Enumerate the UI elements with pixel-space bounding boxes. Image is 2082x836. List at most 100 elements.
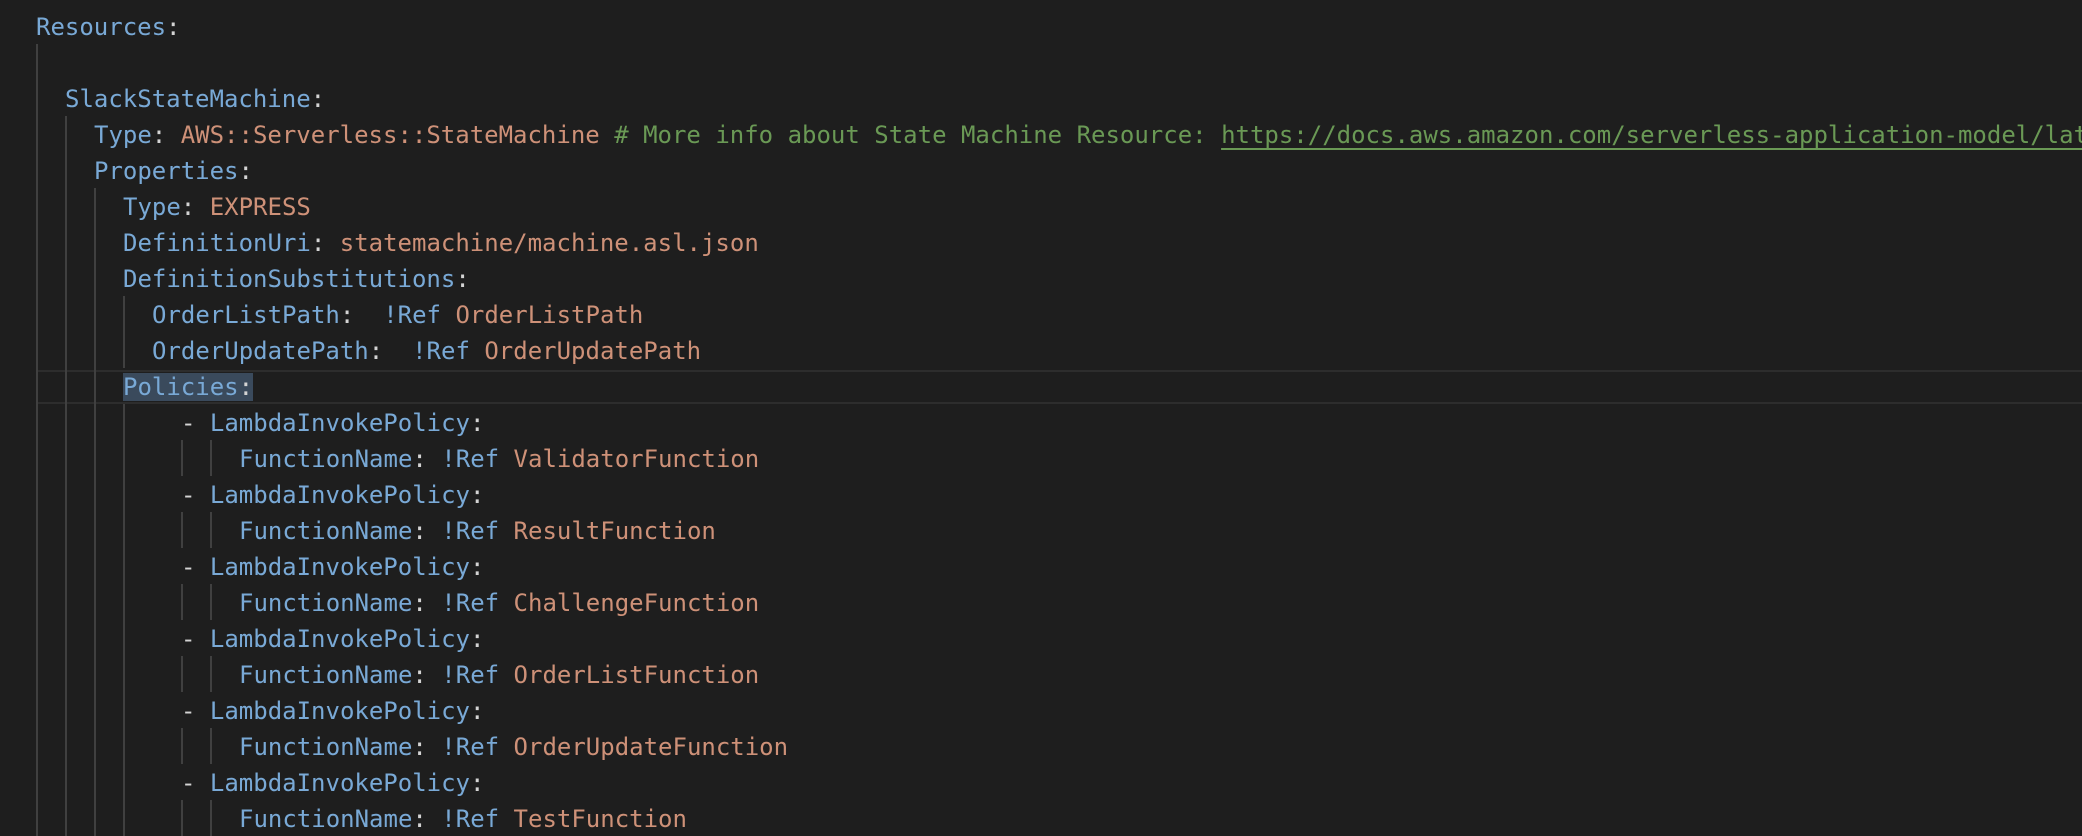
code-line[interactable]: Type: AWS::Serverless::StateMachine # Mo…	[94, 117, 2082, 153]
indent-guide	[181, 512, 183, 548]
yaml-value: statemachine/machine.asl.json	[339, 229, 759, 257]
code-line[interactable]: - LambdaInvokePolicy:	[181, 693, 484, 729]
indent-guide	[210, 512, 212, 548]
yaml-key: FunctionName	[239, 805, 413, 833]
code-line[interactable]: OrderListPath: !Ref OrderListPath	[152, 297, 643, 333]
colon: :	[412, 589, 427, 617]
indent-guide	[210, 584, 212, 620]
yaml-key: FunctionName	[239, 733, 413, 761]
colon: :	[368, 337, 384, 365]
yaml-key: Resources	[36, 13, 167, 41]
yaml-key: Type	[94, 121, 152, 149]
code-line[interactable]: FunctionName: !Ref OrderUpdateFunction	[239, 729, 788, 765]
code-line[interactable]: FunctionName: !Ref TestFunction	[239, 801, 687, 836]
yaml-value: EXPRESS	[209, 193, 311, 221]
colon: :	[412, 733, 427, 761]
list-dash: -	[181, 697, 196, 725]
code-line[interactable]: OrderUpdatePath: !Ref OrderUpdatePath	[152, 333, 701, 369]
indent-guide	[210, 656, 212, 692]
indent-guide	[181, 440, 183, 476]
colon: :	[180, 193, 196, 221]
indent-guide	[210, 440, 212, 476]
indent-guide	[94, 188, 96, 836]
yaml-value: ChallengeFunction	[513, 589, 760, 617]
indent-guide	[210, 728, 212, 764]
yaml-value: OrderListPath	[455, 301, 644, 329]
colon: :	[238, 373, 254, 401]
colon: :	[310, 85, 326, 113]
code-line[interactable]: FunctionName: !Ref OrderListFunction	[239, 657, 759, 693]
indent-guide	[210, 800, 212, 836]
code-line[interactable]: - LambdaInvokePolicy:	[181, 765, 484, 801]
yaml-key: LambdaInvokePolicy	[209, 481, 470, 509]
indent-guide	[123, 296, 125, 368]
list-dash: -	[181, 409, 196, 437]
code-line[interactable]: - LambdaInvokePolicy:	[181, 621, 484, 657]
code-line[interactable]: - LambdaInvokePolicy:	[181, 477, 484, 513]
colon: :	[151, 121, 167, 149]
colon: :	[470, 697, 485, 725]
yaml-key: SlackStateMachine	[65, 85, 311, 113]
code-line[interactable]: Properties:	[94, 153, 253, 189]
yaml-key: Type	[123, 193, 181, 221]
colon: :	[455, 265, 470, 293]
code-line[interactable]: - LambdaInvokePolicy:	[181, 549, 484, 585]
yaml-key: DefinitionSubstitutions	[123, 265, 456, 293]
code-line[interactable]: DefinitionSubstitutions:	[123, 261, 470, 297]
code-line[interactable]: Resources:	[36, 9, 181, 45]
indent-guide	[181, 728, 183, 764]
code-line[interactable]: FunctionName: !Ref ResultFunction	[239, 513, 716, 549]
colon: :	[412, 445, 427, 473]
yaml-value: OrderUpdateFunction	[513, 733, 789, 761]
yaml-key: OrderUpdatePath	[152, 337, 369, 365]
code-editor[interactable]: Resources: SlackStateMachine: Type: AWS:…	[0, 0, 2082, 836]
indent-guide	[181, 584, 183, 620]
colon: :	[166, 13, 181, 41]
yaml-value: ResultFunction	[513, 517, 716, 545]
yaml-key: FunctionName	[239, 445, 413, 473]
code-line[interactable]: DefinitionUri: statemachine/machine.asl.…	[123, 225, 759, 261]
yaml-value: TestFunction	[513, 805, 687, 833]
yaml-tag: !Ref	[412, 337, 470, 365]
list-dash: -	[181, 769, 196, 797]
yaml-value: AWS::Serverless::StateMachine	[180, 121, 600, 149]
indent-guide	[181, 656, 183, 692]
yaml-tag: !Ref	[441, 661, 500, 689]
yaml-key: LambdaInvokePolicy	[209, 769, 470, 797]
yaml-tag: !Ref	[383, 301, 441, 329]
docs-link[interactable]: https://docs.aws.amazon.com/serverless-a…	[1221, 121, 2082, 149]
list-dash: -	[181, 625, 196, 653]
code-line[interactable]: FunctionName: !Ref ChallengeFunction	[239, 585, 759, 621]
colon: :	[470, 769, 485, 797]
colon: :	[339, 301, 355, 329]
yaml-tag: !Ref	[441, 733, 500, 761]
indent-guide	[36, 44, 38, 836]
code-line[interactable]: - LambdaInvokePolicy:	[181, 405, 484, 441]
colon: :	[310, 229, 326, 257]
yaml-key: Properties	[94, 157, 239, 185]
yaml-key: Policies	[123, 373, 239, 401]
current-line-highlight	[36, 370, 2082, 404]
code-comment: # More info about State Machine Resource…	[614, 121, 1222, 149]
yaml-key: LambdaInvokePolicy	[209, 409, 470, 437]
colon: :	[470, 553, 485, 581]
yaml-key: DefinitionUri	[123, 229, 311, 257]
yaml-value: OrderListFunction	[513, 661, 760, 689]
code-line[interactable]: SlackStateMachine:	[65, 81, 325, 117]
yaml-value: OrderUpdatePath	[484, 337, 702, 365]
colon: :	[470, 481, 485, 509]
code-line[interactable]: FunctionName: !Ref ValidatorFunction	[239, 441, 759, 477]
yaml-key: FunctionName	[239, 661, 413, 689]
yaml-value: ValidatorFunction	[513, 445, 760, 473]
yaml-tag: !Ref	[441, 517, 500, 545]
yaml-tag: !Ref	[441, 445, 500, 473]
code-line[interactable]: Type: EXPRESS	[123, 189, 311, 225]
yaml-tag: !Ref	[441, 589, 500, 617]
list-dash: -	[181, 481, 196, 509]
colon: :	[470, 409, 485, 437]
yaml-tag: !Ref	[441, 805, 500, 833]
yaml-key: LambdaInvokePolicy	[209, 625, 470, 653]
yaml-key: LambdaInvokePolicy	[209, 697, 470, 725]
code-line[interactable]: Policies:	[123, 369, 254, 405]
indent-guide	[65, 116, 67, 836]
